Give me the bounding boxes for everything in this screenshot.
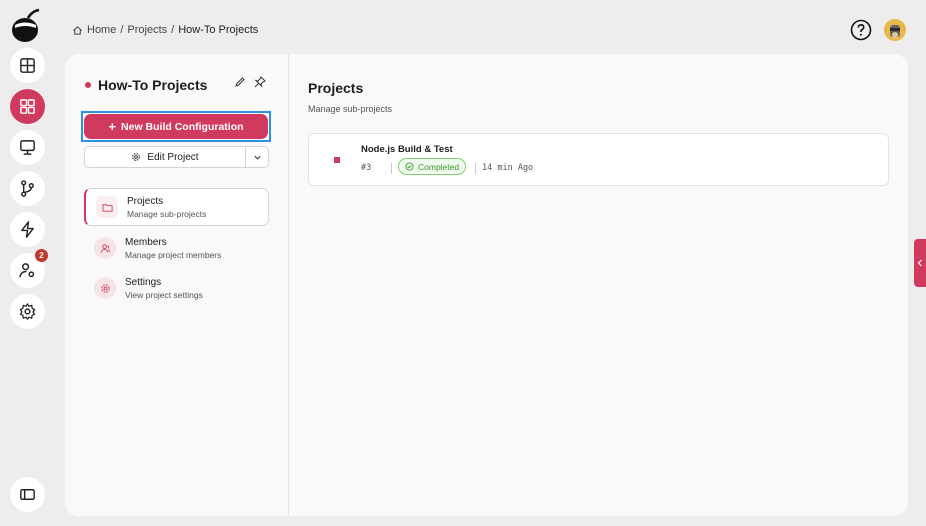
status-badge: Completed xyxy=(398,158,467,175)
folder-icon xyxy=(96,196,118,218)
build-time: 14 min Ago xyxy=(482,163,534,173)
project-title: How-To Projects xyxy=(85,77,207,93)
plus-icon: + xyxy=(108,118,117,134)
toggle-sidebar-button[interactable] xyxy=(10,477,45,512)
edit-project-label: Edit Project xyxy=(147,151,199,163)
monitor-icon xyxy=(20,140,35,155)
app-logo[interactable] xyxy=(10,8,42,44)
pencil-icon[interactable] xyxy=(234,76,246,88)
gear-icon xyxy=(132,153,141,161)
left-rail: 2 xyxy=(0,0,52,526)
lightning-icon xyxy=(21,221,34,238)
build-card[interactable]: Node.js Build & Test #3 Completed 14 min… xyxy=(308,133,889,186)
chevron-down-icon xyxy=(253,155,261,160)
breadcrumb: Home / Projects / How-To Projects xyxy=(72,24,258,36)
settings-icon xyxy=(94,277,116,299)
home-icon[interactable] xyxy=(72,25,83,36)
help-button[interactable] xyxy=(850,19,872,41)
project-color-dot xyxy=(85,82,91,88)
edit-project-split-button: Edit Project xyxy=(84,146,269,168)
nav-settings-button[interactable] xyxy=(10,294,45,329)
page-subtitle: Manage sub-projects xyxy=(308,104,393,114)
sidebar-item-subtitle: Manage sub-projects xyxy=(127,208,207,219)
sidebar-toggle-icon xyxy=(20,489,35,500)
breadcrumb-projects[interactable]: Projects xyxy=(127,24,167,36)
breadcrumb-current: How-To Projects xyxy=(178,24,259,36)
content-area: Projects Manage sub-projects Node.js Bui… xyxy=(289,54,908,516)
user-settings-icon xyxy=(19,263,35,278)
layout-icon xyxy=(20,58,35,73)
collapse-panel-tab[interactable] xyxy=(914,239,926,287)
help-icon xyxy=(850,19,872,41)
breadcrumb-separator: / xyxy=(120,24,124,36)
page-title: Projects xyxy=(308,80,364,96)
separator xyxy=(475,163,476,174)
build-color-square xyxy=(334,157,340,163)
check-circle-icon xyxy=(405,162,414,171)
project-sidebar: How-To Projects + New Build Configuratio… xyxy=(65,54,289,516)
separator xyxy=(391,163,392,174)
breadcrumb-separator: / xyxy=(171,24,175,36)
chevron-left-icon xyxy=(917,259,922,267)
new-build-configuration-button[interactable]: + New Build Configuration xyxy=(81,111,271,142)
main-panel: How-To Projects + New Build Configuratio… xyxy=(65,54,908,516)
git-branch-icon xyxy=(21,180,34,197)
status-label: Completed xyxy=(418,161,460,172)
user-avatar[interactable] xyxy=(884,19,906,41)
sidebar-item-members[interactable]: Members Manage project members xyxy=(84,229,269,267)
nav-projects-button[interactable] xyxy=(10,89,45,124)
new-build-button-body: + New Build Configuration xyxy=(84,114,268,139)
notification-badge: 2 xyxy=(35,249,48,262)
sidebar-item-title: Members xyxy=(125,236,167,248)
edit-project-button[interactable]: Edit Project xyxy=(85,147,245,167)
nav-dashboard-button[interactable] xyxy=(10,48,45,83)
build-number: #3 xyxy=(361,163,372,173)
sidebar-item-subtitle: View project settings xyxy=(125,289,203,300)
build-name[interactable]: Node.js Build & Test xyxy=(361,144,453,155)
nav-activity-button[interactable] xyxy=(10,212,45,247)
sidebar-item-projects[interactable]: Projects Manage sub-projects xyxy=(84,188,269,226)
grid-icon xyxy=(20,99,35,114)
nav-monitor-button[interactable] xyxy=(10,130,45,165)
nav-users-button[interactable]: 2 xyxy=(10,249,48,288)
sidebar-item-title: Projects xyxy=(127,195,164,207)
nav-git-button[interactable] xyxy=(10,171,45,206)
sidebar-item-settings[interactable]: Settings View project settings xyxy=(84,269,269,307)
avatar-icon xyxy=(884,19,906,41)
sidebar-item-title: Settings xyxy=(125,276,162,288)
edit-project-dropdown[interactable] xyxy=(246,153,268,162)
gear-icon xyxy=(19,303,36,320)
members-icon xyxy=(94,237,116,259)
new-build-label: New Build Configuration xyxy=(121,120,244,133)
pin-icon[interactable] xyxy=(254,76,266,88)
sidebar-item-subtitle: Manage project members xyxy=(125,249,222,260)
breadcrumb-home[interactable]: Home xyxy=(87,24,116,36)
project-title-text: How-To Projects xyxy=(98,77,208,93)
